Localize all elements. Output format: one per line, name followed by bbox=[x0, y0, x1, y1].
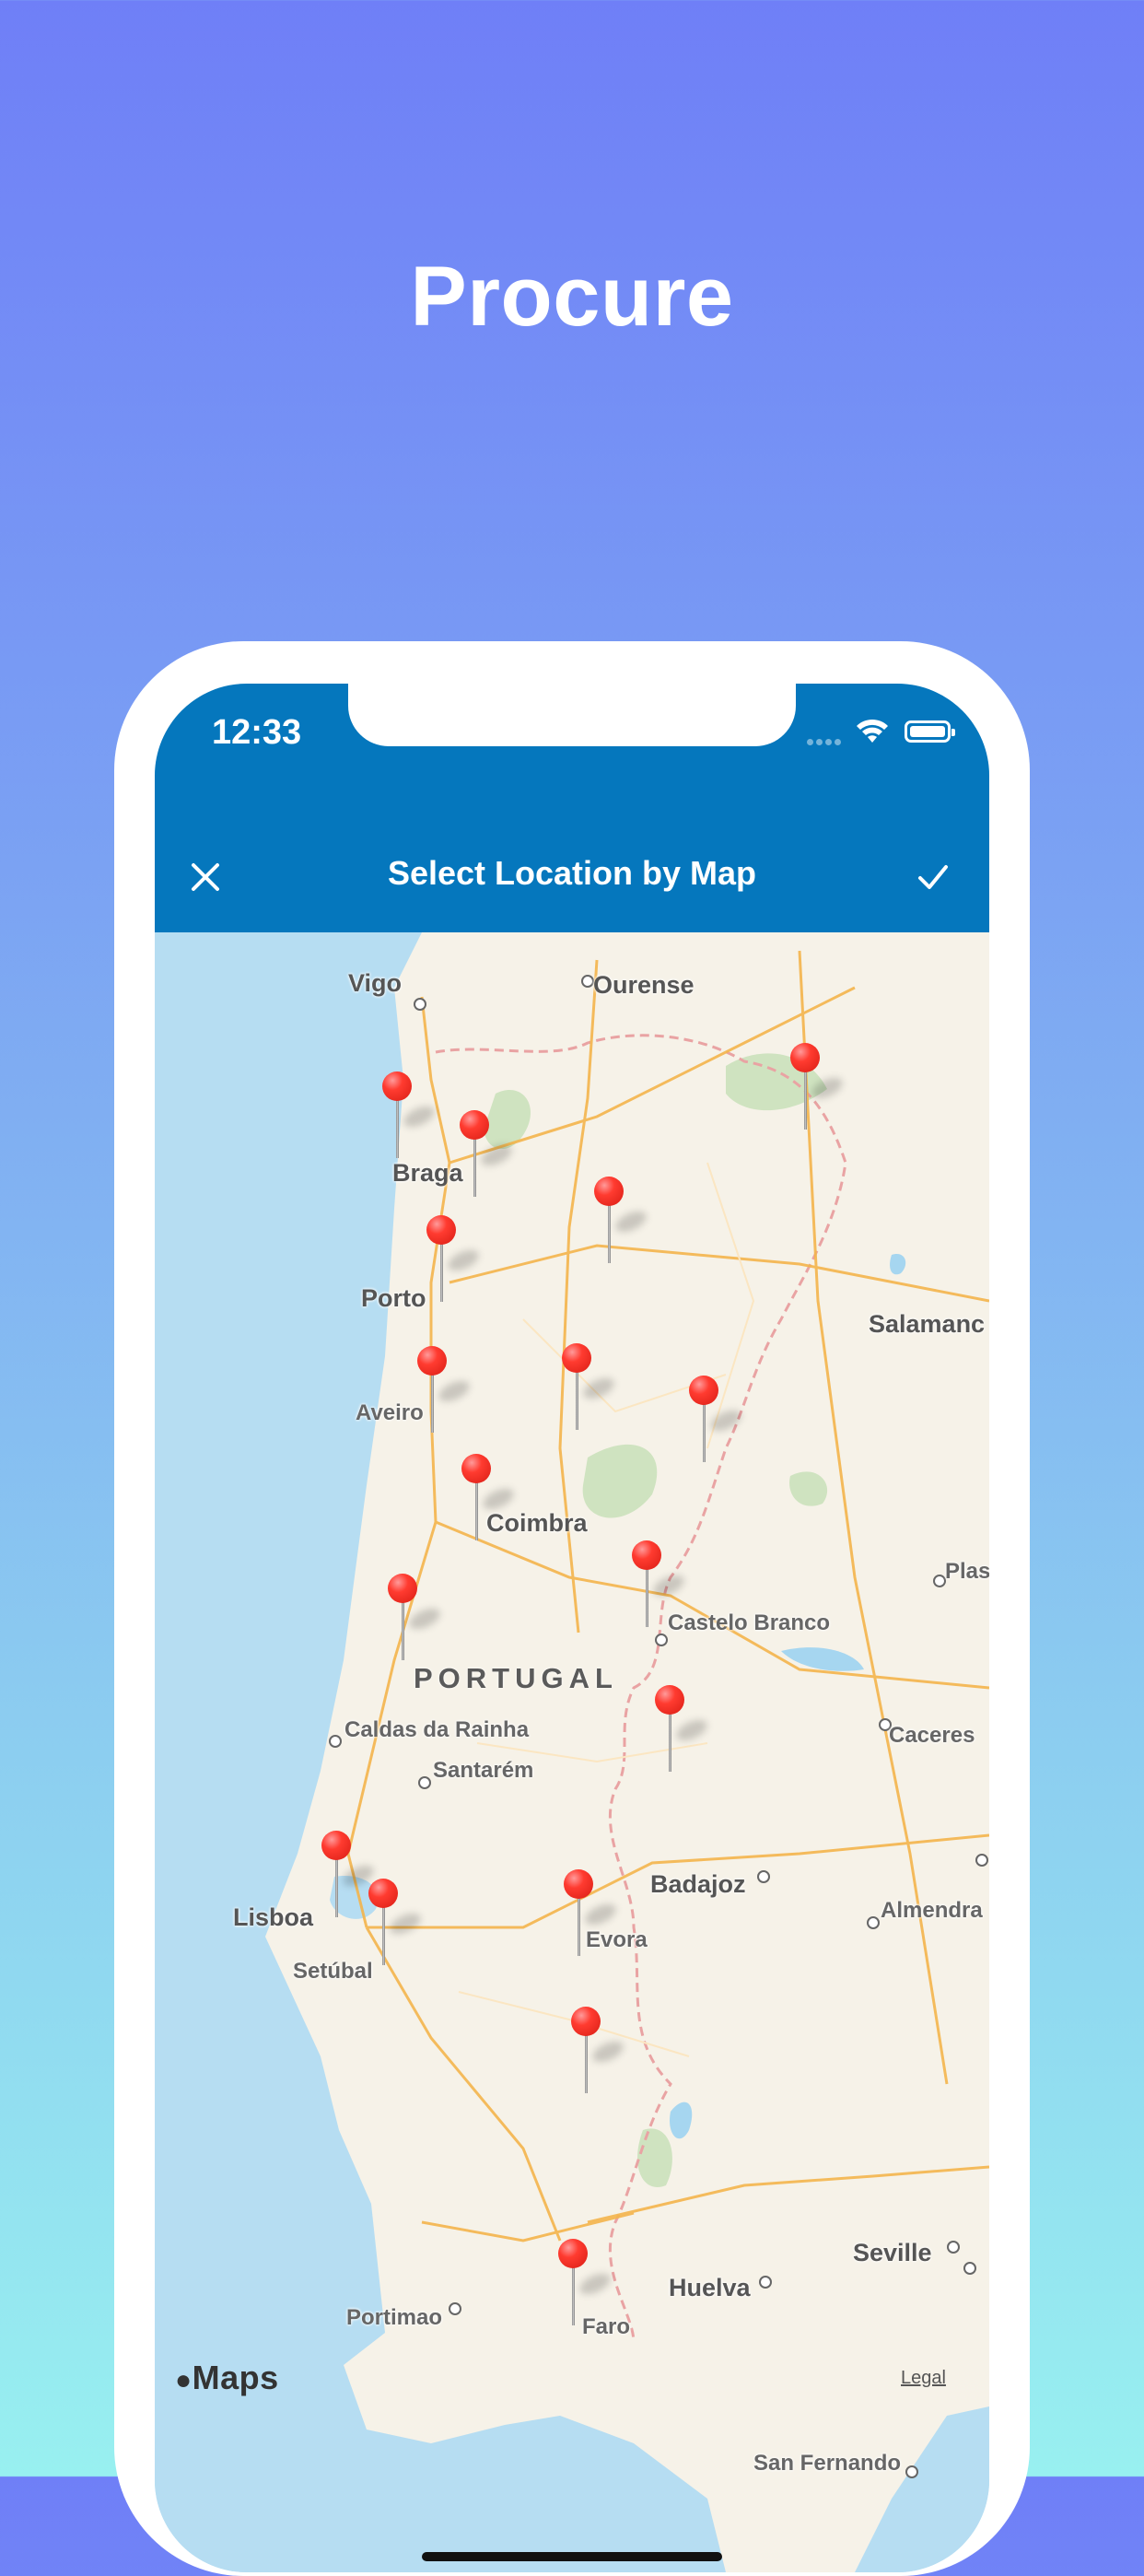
location-pin[interactable] bbox=[458, 1454, 518, 1546]
location-pin[interactable] bbox=[414, 1346, 473, 1438]
location-pin[interactable] bbox=[318, 1831, 378, 1923]
city-label: Plas bbox=[945, 1559, 989, 1584]
city-dot bbox=[414, 998, 426, 1011]
headline: Procure bbox=[410, 250, 734, 344]
city-label: Seville bbox=[853, 2239, 932, 2266]
location-pin[interactable] bbox=[590, 1177, 650, 1269]
city-label: Salamanc bbox=[869, 1310, 986, 1338]
city-label: Huelva bbox=[669, 2274, 751, 2301]
battery-icon bbox=[905, 720, 955, 743]
phone-notch bbox=[348, 684, 796, 746]
checkmark-icon[interactable] bbox=[910, 854, 956, 900]
city-label: Almendra bbox=[881, 1898, 983, 1923]
location-pin[interactable] bbox=[379, 1071, 438, 1164]
location-pin[interactable] bbox=[558, 1343, 618, 1435]
phone-screen: 12:33 Select Location by Map Vigo Ourens… bbox=[155, 684, 989, 2572]
legal-link[interactable]: Legal bbox=[901, 2368, 946, 2389]
location-pin[interactable] bbox=[365, 1879, 425, 1971]
location-pin[interactable] bbox=[384, 1574, 444, 1666]
city-dot bbox=[655, 1633, 668, 1646]
status-time: 12:33 bbox=[212, 713, 302, 752]
location-pin[interactable] bbox=[567, 2007, 627, 2099]
location-pin[interactable] bbox=[456, 1110, 516, 1202]
apple-logo-icon: ● bbox=[175, 2365, 193, 2395]
city-label: Castelo Branco bbox=[668, 1610, 831, 1635]
city-dot bbox=[581, 975, 594, 988]
city-dot bbox=[759, 2276, 772, 2289]
city-dot bbox=[757, 1870, 770, 1883]
navigation-bar: Select Location by Map bbox=[155, 845, 989, 932]
location-pin[interactable] bbox=[554, 2239, 614, 2331]
map-view[interactable]: Vigo Ourense Braga Porto Salamanc Aveiro… bbox=[155, 932, 989, 2572]
home-indicator bbox=[422, 2552, 722, 2561]
city-label: Setúbal bbox=[293, 1959, 373, 1984]
cellular-signal-icon bbox=[807, 733, 844, 750]
location-pin[interactable] bbox=[651, 1685, 711, 1777]
city-label: Caceres bbox=[889, 1723, 975, 1748]
city-label: Coimbra bbox=[486, 1509, 588, 1537]
maps-attribution-text: Maps bbox=[192, 2359, 279, 2396]
city-dot bbox=[933, 1575, 946, 1587]
city-label: Lisboa bbox=[233, 1903, 314, 1931]
city-dot bbox=[418, 1776, 431, 1789]
city-label: Caldas da Rainha bbox=[344, 1717, 530, 1742]
location-pin[interactable] bbox=[423, 1215, 483, 1307]
city-dot bbox=[449, 2302, 461, 2315]
city-dot bbox=[963, 2262, 976, 2275]
nav-title: Select Location by Map bbox=[387, 854, 757, 892]
city-dot bbox=[975, 1854, 988, 1867]
city-label: Santarém bbox=[433, 1758, 534, 1783]
country-label: PORTUGAL bbox=[414, 1662, 618, 1694]
city-label: Vigo bbox=[348, 969, 403, 997]
city-label: Portimao bbox=[346, 2305, 443, 2330]
city-dot bbox=[947, 2241, 960, 2254]
city-label: Ourense bbox=[593, 971, 695, 999]
location-pin[interactable] bbox=[560, 1869, 620, 1961]
location-pin[interactable] bbox=[685, 1376, 745, 1468]
city-dot bbox=[329, 1735, 342, 1748]
location-pin[interactable] bbox=[628, 1540, 688, 1633]
location-pin[interactable] bbox=[787, 1043, 846, 1135]
city-label: Badajoz bbox=[650, 1870, 746, 1898]
maps-attribution: ●Maps bbox=[175, 2359, 279, 2397]
city-dot bbox=[867, 1916, 880, 1929]
city-label: San Fernando bbox=[753, 2451, 902, 2476]
wifi-icon bbox=[857, 719, 888, 743]
city-label: Porto bbox=[361, 1284, 426, 1312]
